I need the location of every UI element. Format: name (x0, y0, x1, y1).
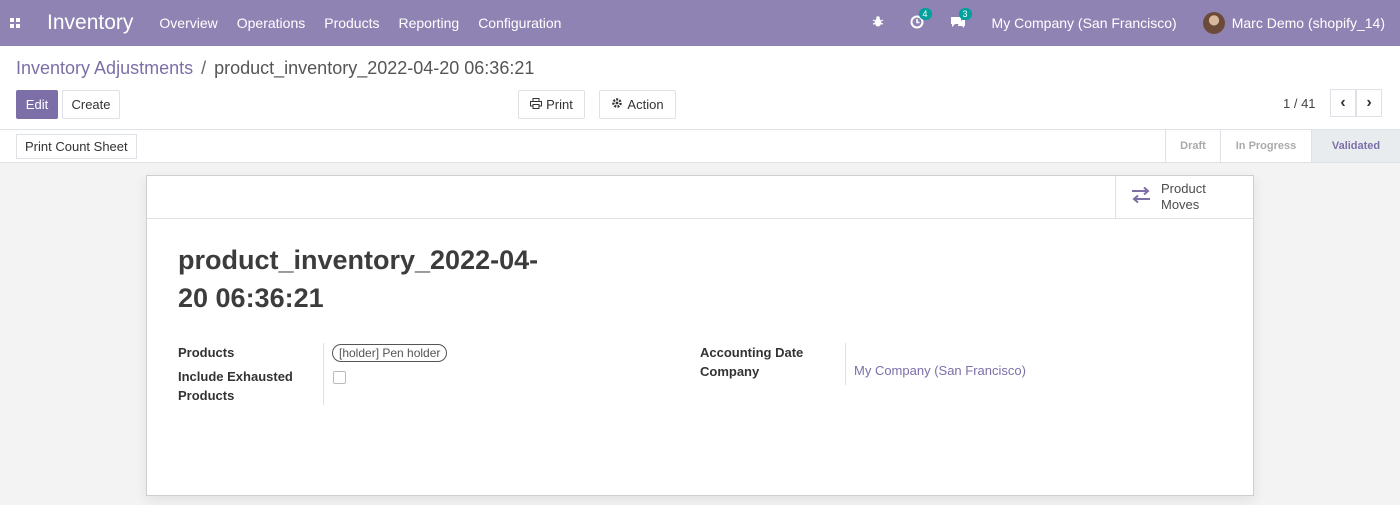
activity-clock-icon[interactable]: 4 (910, 7, 932, 32)
action-button[interactable]: Action (599, 90, 676, 119)
chevron-left-icon: ‹ (1340, 94, 1346, 111)
record-title-line2: 20 06:36:21 (178, 283, 324, 313)
form-sheet: Product Moves product_inventory_2022-04-… (146, 175, 1254, 496)
menu-products[interactable]: Products (324, 15, 379, 31)
print-button[interactable]: Print (518, 90, 585, 119)
exchange-arrows-icon (1130, 186, 1152, 208)
stage-validated[interactable]: Validated (1311, 130, 1400, 162)
status-bar: Print Count Sheet Draft In Progress Vali… (0, 130, 1400, 163)
breadcrumb: Inventory Adjustments / product_inventor… (16, 58, 534, 79)
include-exhausted-checkbox[interactable] (333, 371, 346, 384)
breadcrumb-separator: / (201, 58, 207, 78)
smart-button-box: Product Moves (147, 176, 1253, 219)
messages-count-badge: 3 (958, 7, 972, 20)
breadcrumb-parent-link[interactable]: Inventory Adjustments (16, 58, 193, 79)
products-label: Products (178, 345, 235, 360)
stage-in-progress[interactable]: In Progress (1220, 130, 1311, 162)
chevron-right-icon: › (1366, 94, 1372, 111)
product-moves-button[interactable]: Product Moves (1115, 176, 1253, 218)
record-title: product_inventory_2022-04- 20 06:36:21 (178, 241, 598, 317)
create-button[interactable]: Create (62, 90, 120, 119)
printer-icon (530, 97, 543, 112)
product-moves-label-line1: Product (1161, 181, 1206, 196)
pager-next-button[interactable]: › (1356, 89, 1382, 117)
company-label: Company (700, 364, 760, 379)
stage-draft[interactable]: Draft (1165, 130, 1220, 162)
gear-icon (611, 97, 623, 112)
activity-count-badge: 4 (918, 7, 932, 20)
menu-configuration[interactable]: Configuration (478, 15, 561, 31)
menu-operations[interactable]: Operations (237, 15, 305, 31)
right-group-separator (845, 343, 846, 385)
include-exhausted-label-line1: Include Exhausted (178, 369, 293, 384)
record-title-line1: product_inventory_2022-04- (178, 245, 539, 275)
left-group-separator (323, 343, 324, 405)
accounting-date-label: Accounting Date (700, 345, 804, 360)
breadcrumb-current: product_inventory_2022-04-20 06:36:21 (214, 58, 535, 78)
include-exhausted-label: Include Exhausted Products (178, 367, 293, 405)
top-navbar: Inventory Overview Operations Products R… (0, 0, 1400, 46)
user-name: Marc Demo (shopify_14) (1231, 15, 1385, 31)
company-value-link[interactable]: My Company (San Francisco) (854, 363, 1026, 378)
print-count-sheet-button[interactable]: Print Count Sheet (16, 134, 137, 159)
edit-button[interactable]: Edit (16, 90, 58, 119)
messages-chat-icon[interactable]: 3 (950, 7, 972, 32)
product-tag[interactable]: [holder] Pen holder (332, 344, 448, 362)
pager-previous-button[interactable]: ‹ (1330, 89, 1356, 117)
bug-icon[interactable] (872, 15, 884, 31)
avatar (1202, 12, 1225, 34)
product-moves-label: Product Moves (1161, 181, 1231, 213)
print-button-label: Print (546, 97, 573, 112)
control-panel: Inventory Adjustments / product_inventor… (0, 46, 1400, 130)
stage-pipeline: Draft In Progress Validated (1165, 130, 1400, 162)
menu-reporting[interactable]: Reporting (398, 15, 459, 31)
company-switcher[interactable]: My Company (San Francisco) (992, 15, 1177, 31)
menu-overview[interactable]: Overview (159, 15, 217, 31)
app-name[interactable]: Inventory (47, 11, 133, 35)
include-exhausted-label-line2: Products (178, 388, 235, 403)
pager-value[interactable]: 1 / 41 (1283, 96, 1316, 111)
action-button-label: Action (627, 97, 664, 112)
apps-menu-icon[interactable] (0, 0, 30, 46)
product-moves-label-line2: Moves (1161, 197, 1200, 212)
user-menu[interactable]: Marc Demo (shopify_14) (1202, 12, 1385, 34)
